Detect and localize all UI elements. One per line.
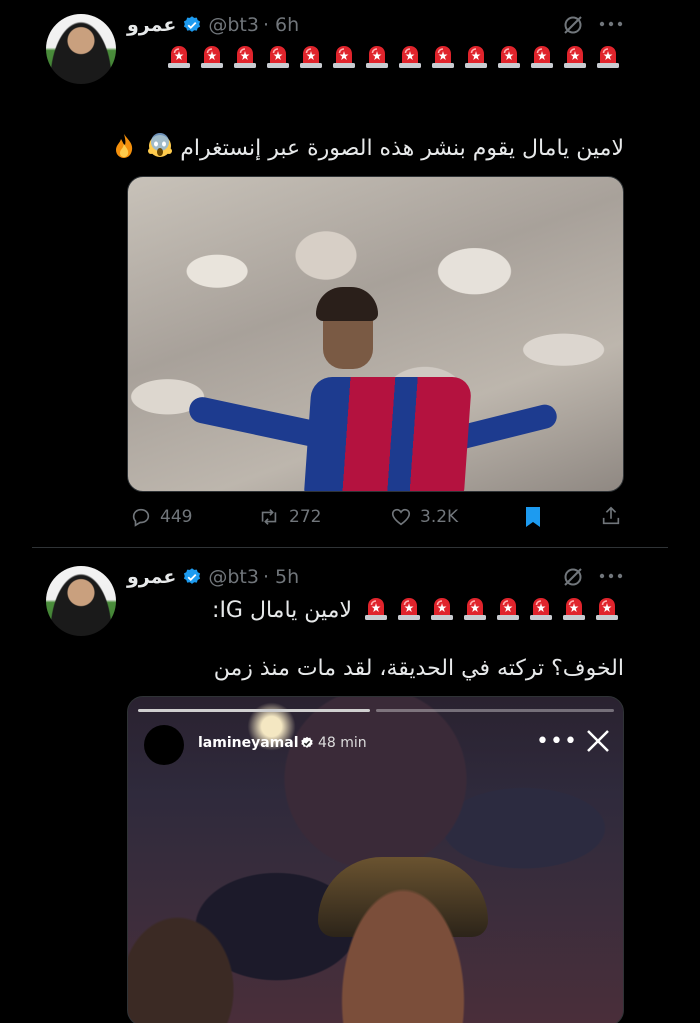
rotating-light-icon xyxy=(498,46,520,68)
rotating-light-icon xyxy=(432,46,454,68)
more-options-icon[interactable] xyxy=(599,19,623,29)
avatar[interactable] xyxy=(46,14,116,84)
reply-button[interactable]: 449 xyxy=(130,506,192,528)
player-hair xyxy=(316,287,378,321)
story-time: 48 min xyxy=(318,735,367,751)
rotating-light-icon xyxy=(563,598,585,620)
story-progress-remaining xyxy=(376,709,614,712)
rotating-light-icon xyxy=(300,46,322,68)
reply-icon xyxy=(132,508,150,527)
siren-emoji-row xyxy=(360,595,624,625)
retweet-icon xyxy=(261,509,277,525)
player-face xyxy=(328,865,478,1023)
handle[interactable]: @bt3 xyxy=(208,14,259,36)
retweet-count: 272 xyxy=(289,507,322,527)
close-icon xyxy=(587,730,609,752)
story-username: lamineyamal xyxy=(198,735,299,751)
verified-badge-icon xyxy=(184,568,201,584)
story-avatar xyxy=(144,725,184,765)
rotating-light-icon xyxy=(564,46,586,68)
rotating-light-icon xyxy=(530,598,552,620)
tweet-line-1: لامين يامال IG: xyxy=(212,595,624,625)
rotating-light-icon xyxy=(168,46,190,68)
grok-icon[interactable] xyxy=(561,13,585,37)
rotating-light-icon xyxy=(234,46,256,68)
like-count: 3.2K xyxy=(420,507,459,527)
rotating-light-icon xyxy=(497,598,519,620)
siren-emoji-row xyxy=(153,43,625,73)
avatar[interactable] xyxy=(46,566,116,636)
rotating-light-icon xyxy=(464,598,486,620)
like-button[interactable]: 3.2K xyxy=(390,506,458,528)
timestamp[interactable]: · 5h xyxy=(263,566,299,588)
tweet-1[interactable]: عمرو @bt3 · 6h لامين يامال يقوم بنشر هذه… xyxy=(0,0,700,547)
display-name[interactable]: عمرو xyxy=(127,14,176,36)
rotating-light-icon xyxy=(366,46,388,68)
display-name[interactable]: عمرو xyxy=(127,566,176,588)
rotating-light-icon xyxy=(431,598,453,620)
rotating-light-icon xyxy=(365,598,387,620)
rotating-light-icon xyxy=(465,46,487,68)
story-more-icon: ••• xyxy=(536,729,578,754)
tweet-text: الخوف؟ تركته في الحديقة، لقد مات منذ زمن xyxy=(213,656,624,681)
grok-icon[interactable] xyxy=(561,565,585,589)
tweet-line-1-text: لامين يامال IG: xyxy=(212,597,352,623)
verified-badge-icon xyxy=(184,16,201,32)
bookmark-icon[interactable] xyxy=(523,506,543,528)
background-person xyxy=(128,912,238,1023)
share-icon[interactable] xyxy=(600,505,622,527)
tweet-image[interactable] xyxy=(127,176,624,492)
rotating-light-icon xyxy=(398,598,420,620)
handle[interactable]: @bt3 xyxy=(208,566,259,588)
retweet-button[interactable]: 272 xyxy=(257,506,321,528)
tweet-text-content: لامين يامال يقوم بنشر هذه الصورة عبر إنس… xyxy=(180,136,624,161)
player-shirt xyxy=(303,377,473,491)
story-verified-icon xyxy=(301,736,313,748)
tweet-2[interactable]: عمرو @bt3 · 5h لامين يامال IG: الخوف؟ تر… xyxy=(0,548,700,1023)
reply-count: 449 xyxy=(160,507,193,527)
rotating-light-icon xyxy=(399,46,421,68)
rotating-light-icon xyxy=(267,46,289,68)
more-options-icon[interactable] xyxy=(599,571,623,581)
rotating-light-icon xyxy=(531,46,553,68)
rotating-light-icon xyxy=(597,46,619,68)
instagram-story-image[interactable]: lamineyamal 48 min ••• xyxy=(127,696,624,1023)
fire-icon xyxy=(116,134,133,158)
heart-icon xyxy=(391,508,411,526)
rotating-light-icon xyxy=(333,46,355,68)
tweet-text: لامين يامال يقوم بنشر هذه الصورة عبر إنس… xyxy=(108,133,624,161)
face-screaming-icon xyxy=(148,133,173,157)
timestamp[interactable]: · 6h xyxy=(263,14,299,36)
rotating-light-icon xyxy=(596,598,618,620)
story-progress-seen xyxy=(138,709,370,712)
rotating-light-icon xyxy=(201,46,223,68)
tweet-header: عمرو @bt3 · 6h xyxy=(127,10,299,40)
tweet-header: عمرو @bt3 · 5h xyxy=(127,562,299,592)
